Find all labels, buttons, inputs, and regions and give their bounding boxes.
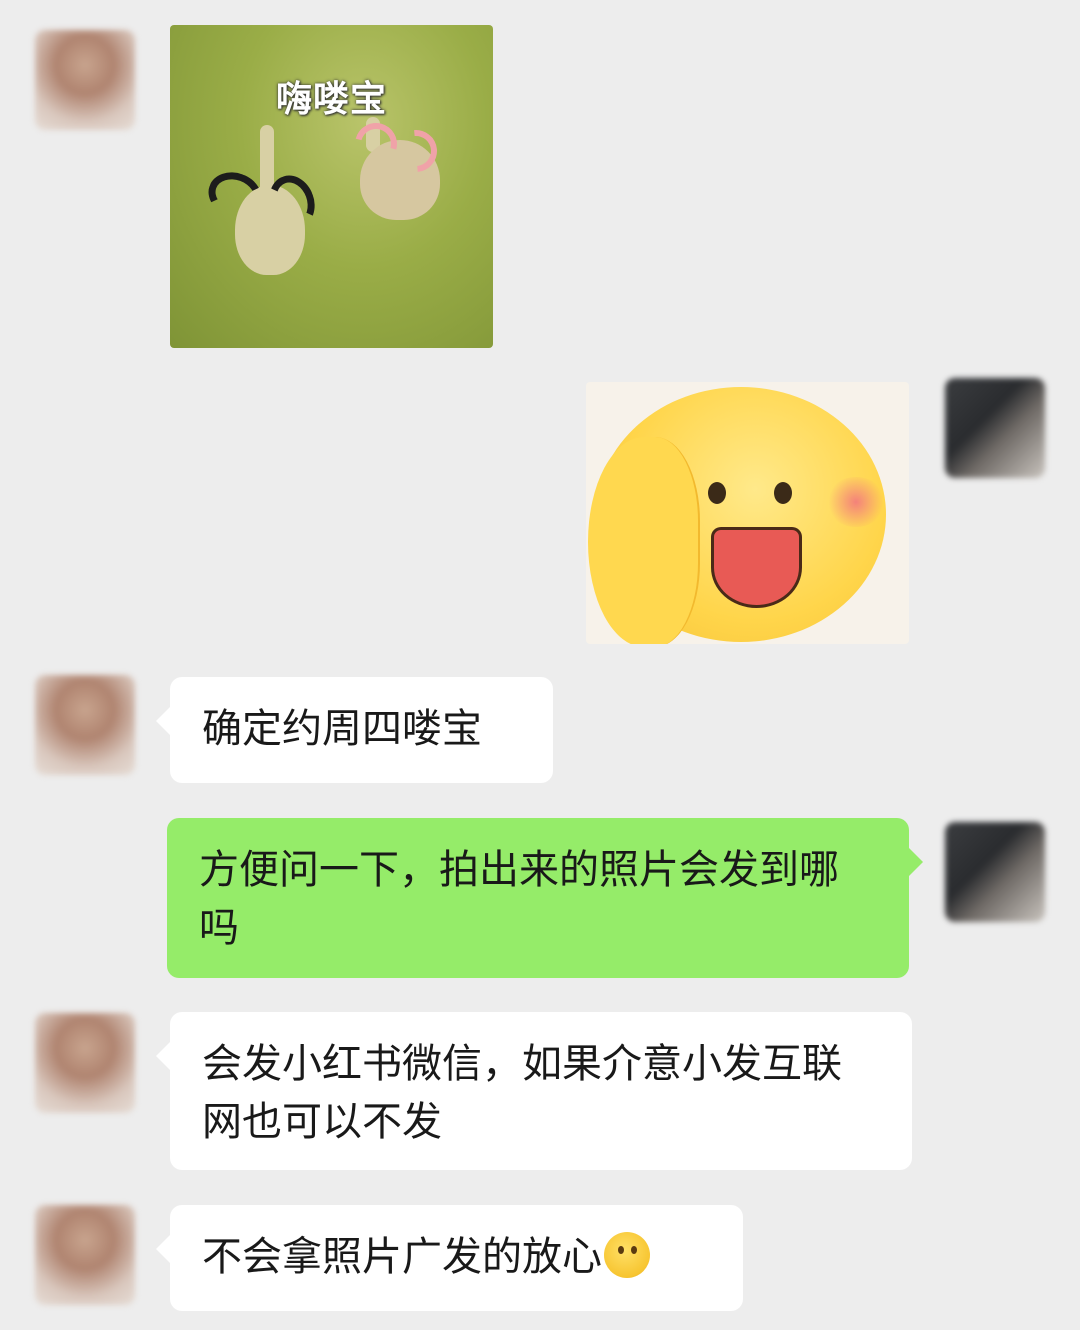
smiley-eye xyxy=(774,482,792,504)
friend-avatar[interactable] xyxy=(35,1205,135,1305)
my-avatar[interactable] xyxy=(945,822,1045,922)
message-bubble[interactable]: 不会拿照片广发的放心 xyxy=(156,1205,743,1311)
friend-avatar[interactable] xyxy=(35,675,135,775)
friend-avatar[interactable] xyxy=(35,30,135,130)
thinking-face-emoji xyxy=(604,1232,650,1278)
message-bubble[interactable]: 方便问一下，拍出来的照片会发到哪吗 xyxy=(167,818,923,978)
message-text: 确定约周四喽宝 xyxy=(202,706,482,752)
message-text: 不会拿照片广发的放心 xyxy=(202,1234,602,1280)
message-text: 会发小红书微信，如果介意小发互联网也可以不发 xyxy=(202,1041,842,1145)
smiley-hand xyxy=(588,437,700,644)
message-bubble[interactable]: 会发小红书微信，如果介意小发互联网也可以不发 xyxy=(156,1012,912,1170)
ducks-waving-sticker[interactable]: 嗨喽宝 xyxy=(170,25,493,348)
message-bubble[interactable]: 确定约周四喽宝 xyxy=(156,677,553,783)
smiley-mouth xyxy=(711,527,802,608)
message-text: 方便问一下，拍出来的照片会发到哪吗 xyxy=(199,847,839,951)
friend-avatar[interactable] xyxy=(35,1013,135,1113)
sticker-caption: 嗨喽宝 xyxy=(275,79,387,120)
smiley-face-sticker[interactable] xyxy=(586,382,909,644)
smiley-eye xyxy=(708,482,726,504)
my-avatar[interactable] xyxy=(945,378,1045,478)
smiley-blush xyxy=(826,477,886,527)
